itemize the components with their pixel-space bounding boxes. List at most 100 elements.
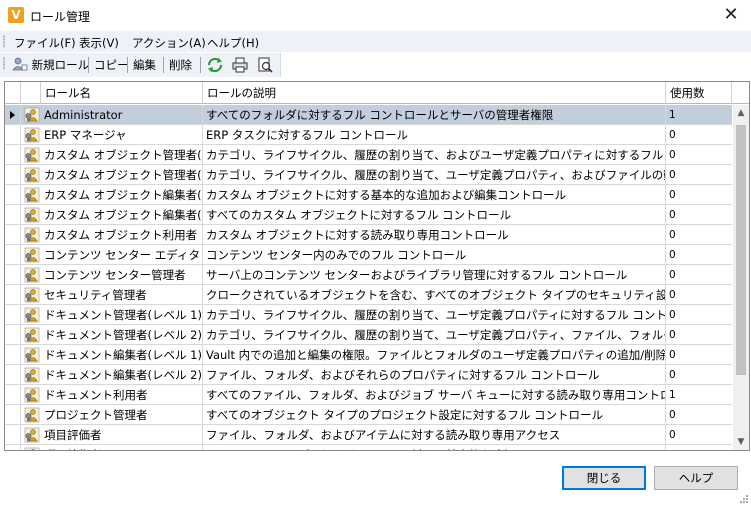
usage-count-cell: 0 bbox=[669, 269, 676, 281]
row-indicator bbox=[5, 265, 21, 285]
usage-count-cell: 0 bbox=[669, 369, 676, 381]
scroll-up-icon[interactable]: ▲ bbox=[733, 105, 749, 121]
role-description-cell: すべてのオブジェクト タイプのプロジェクト設定に対するフル コントロール bbox=[203, 405, 666, 425]
usage-count-cell: 0 bbox=[669, 329, 676, 341]
role-description-cell: ファイル、フォルダ、およびそれらのプロパティに対するフル コントロール bbox=[203, 365, 666, 385]
role-description-cell: カスタム オブジェクトに対する読み取り専用コントロール bbox=[203, 225, 666, 245]
role-name-cell: カスタム オブジェクト編集者(レ... bbox=[41, 185, 203, 205]
usage-count-cell: 1 bbox=[669, 109, 676, 121]
table-row[interactable]: ドキュメント利用者 すべてのファイル、フォルダ、およびジョブ サーバ キューに対す… bbox=[5, 385, 732, 405]
role-description-cell: カテゴリ、ライフサイクル、履歴の割り当て、ユーザ定義プロパティに対するフル コン… bbox=[203, 305, 666, 325]
row-indicator bbox=[5, 405, 21, 425]
usage-count-cell: 0 bbox=[669, 189, 676, 201]
column-header-description[interactable]: ロールの説明 bbox=[203, 82, 666, 104]
usage-count-cell: 0 bbox=[669, 429, 676, 441]
menu-action[interactable]: アクション(A) bbox=[132, 35, 206, 51]
table-row[interactable]: ERP マネージャ ERP タスクに対するフル コントロール 0 bbox=[5, 125, 732, 145]
row-indicator bbox=[5, 345, 21, 365]
toolbar-separator bbox=[88, 57, 89, 73]
table-row[interactable]: ドキュメント管理者(レベル 1) カテゴリ、ライフサイクル、履歴の割り当て、ユーザ… bbox=[5, 305, 732, 325]
role-icon bbox=[24, 447, 40, 450]
row-indicator bbox=[5, 365, 21, 385]
scroll-thumb[interactable] bbox=[736, 125, 746, 375]
role-icon bbox=[24, 187, 40, 203]
column-header-role-name[interactable]: ロール名 bbox=[41, 82, 203, 104]
table-row[interactable]: カスタム オブジェクト編集者(レ...カスタム オブジェクトに対する基本的な追加… bbox=[5, 185, 732, 205]
menu-view[interactable]: 表示(V) bbox=[79, 35, 119, 51]
role-name-cell: コンテンツ センター管理者 bbox=[41, 265, 203, 285]
role-icon bbox=[24, 147, 40, 163]
usage-count-cell: 1 bbox=[669, 389, 676, 401]
role-icon bbox=[24, 167, 40, 183]
role-name-cell: ドキュメント利用者 bbox=[41, 385, 203, 405]
role-description-cell: コンテンツ センター内のみでのフル コントロール bbox=[203, 245, 666, 265]
help-button[interactable]: ヘルプ bbox=[654, 466, 738, 490]
role-icon bbox=[24, 127, 40, 143]
close-window-button[interactable]: ✕ bbox=[719, 3, 743, 27]
usage-count-cell: 0 bbox=[669, 169, 676, 181]
role-name-cell: ドキュメント編集者(レベル 1) bbox=[41, 345, 203, 365]
new-role-label: 新規ロール bbox=[31, 58, 90, 72]
role-name-cell: カスタム オブジェクト編集者(レ... bbox=[41, 205, 203, 225]
role-icon bbox=[24, 407, 40, 423]
header-indicator bbox=[5, 82, 21, 104]
usage-count-cell: 0 bbox=[669, 349, 676, 361]
table-row[interactable]: カスタム オブジェクト利用者 カスタム オブジェクトに対する読み取り専用コントロー… bbox=[5, 225, 732, 245]
table-row[interactable]: 項目編集者(レベル 1)ファイル、フォルダ、およびアイテムに対する基本的な追加コ… bbox=[5, 445, 732, 450]
copy-button[interactable]: コピー bbox=[94, 56, 129, 74]
table-row[interactable]: カスタム オブジェクト編集者(レ...すべてのカスタム オブジェクトに対するフル… bbox=[5, 205, 732, 225]
table-row[interactable]: コンテンツ センター管理者 サーバ上のコンテンツ センターおよびライブラリ管理に対… bbox=[5, 265, 732, 285]
role-description-cell: カスタム オブジェクトに対する基本的な追加および編集コントロール bbox=[203, 185, 666, 205]
role-description-cell: カテゴリ、ライフサイクル、履歴の割り当て、およびユーザ定義プロパティに対するフル… bbox=[203, 145, 666, 165]
usage-count-cell: 0 bbox=[669, 249, 676, 261]
menu-file[interactable]: ファイル(F) bbox=[14, 35, 76, 51]
role-icon bbox=[24, 427, 40, 443]
vault-logo-icon: V bbox=[8, 7, 24, 23]
row-indicator bbox=[5, 245, 21, 265]
delete-button[interactable]: 削除 bbox=[169, 56, 192, 74]
row-indicator bbox=[5, 385, 21, 405]
edit-button[interactable]: 編集 bbox=[133, 56, 156, 74]
role-name-cell: カスタム オブジェクト管理者(レ... bbox=[41, 145, 203, 165]
table-row[interactable]: カスタム オブジェクト管理者(レ...カテゴリ、ライフサイクル、履歴の割り当て、… bbox=[5, 165, 732, 185]
row-indicator bbox=[5, 105, 21, 125]
role-grid: ロール名 ロールの説明 使用数 Administrator すべてのフォルダに対す… bbox=[4, 81, 750, 451]
new-role-button[interactable]: 新規ロール bbox=[12, 56, 89, 74]
usage-count-cell: 0 bbox=[669, 129, 676, 141]
table-row[interactable]: Administrator すべてのフォルダに対するフル コントロールとサーバの管… bbox=[5, 105, 732, 125]
role-description-cell: すべてのファイル、フォルダ、およびジョブ サーバ キューに対する読み取り専用コン… bbox=[203, 385, 666, 405]
role-name-cell: プロジェクト管理者 bbox=[41, 405, 203, 425]
column-header-usage[interactable]: 使用数 bbox=[666, 82, 732, 104]
vertical-scrollbar[interactable]: ▲ ▼ bbox=[733, 105, 749, 450]
print-icon[interactable] bbox=[231, 56, 249, 74]
toolbar-separator bbox=[127, 57, 128, 73]
menu-help[interactable]: ヘルプ(H) bbox=[207, 35, 259, 51]
role-description-cell: カテゴリ、ライフサイクル、履歴の割り当て、ユーザ定義プロパティ、およびファイルの… bbox=[203, 165, 666, 185]
close-button[interactable]: 閉じる bbox=[562, 466, 646, 490]
scroll-down-icon[interactable]: ▼ bbox=[733, 434, 749, 450]
table-row[interactable]: ドキュメント編集者(レベル 2) ファイル、フォルダ、およびそれらのプロパティに対… bbox=[5, 365, 732, 385]
role-name-cell: 項目評価者 bbox=[41, 425, 203, 445]
print-preview-icon[interactable] bbox=[256, 56, 274, 74]
toolbar: 新規ロール コピー 編集 削除 bbox=[0, 53, 281, 77]
refresh-icon[interactable] bbox=[206, 56, 224, 74]
new-role-icon bbox=[12, 57, 28, 71]
role-icon bbox=[24, 287, 40, 303]
table-row[interactable]: 項目評価者 ファイル、フォルダ、およびアイテムに対する読み取り専用アクセス 0 bbox=[5, 425, 732, 445]
table-row[interactable]: ドキュメント編集者(レベル 1) Vault 内での追加と編集の権限。ファイルとフ… bbox=[5, 345, 732, 365]
role-name-cell: カスタム オブジェクト管理者(レ... bbox=[41, 165, 203, 185]
table-row[interactable]: カスタム オブジェクト管理者(レ...カテゴリ、ライフサイクル、履歴の割り当て、… bbox=[5, 145, 732, 165]
role-name-cell: Administrator bbox=[41, 105, 203, 125]
window-title: ロール管理 bbox=[30, 10, 91, 24]
table-row[interactable]: プロジェクト管理者 すべてのオブジェクト タイプのプロジェクト設定に対するフル コ… bbox=[5, 405, 732, 425]
resize-grip-icon[interactable] bbox=[739, 494, 749, 504]
role-description-cell: ファイル、フォルダ、およびアイテムに対する読み取り専用アクセス bbox=[203, 425, 666, 445]
row-indicator bbox=[5, 445, 21, 450]
table-row[interactable]: コンテンツ センター エディタ コンテンツ センター内のみでのフル コントロール 0 bbox=[5, 245, 732, 265]
table-row[interactable]: セキュリティ管理者 クロークされているオブジェクトを含む、すべてのオブジェクト タ… bbox=[5, 285, 732, 305]
title-bar: V ロール管理 ✕ bbox=[0, 0, 751, 30]
table-row[interactable]: ドキュメント管理者(レベル 2) カテゴリ、ライフサイクル、履歴の割り当て、ユーザ… bbox=[5, 325, 732, 345]
role-name-cell: 項目編集者(レベル 1) bbox=[41, 445, 203, 450]
role-icon bbox=[24, 227, 40, 243]
row-indicator bbox=[5, 305, 21, 325]
